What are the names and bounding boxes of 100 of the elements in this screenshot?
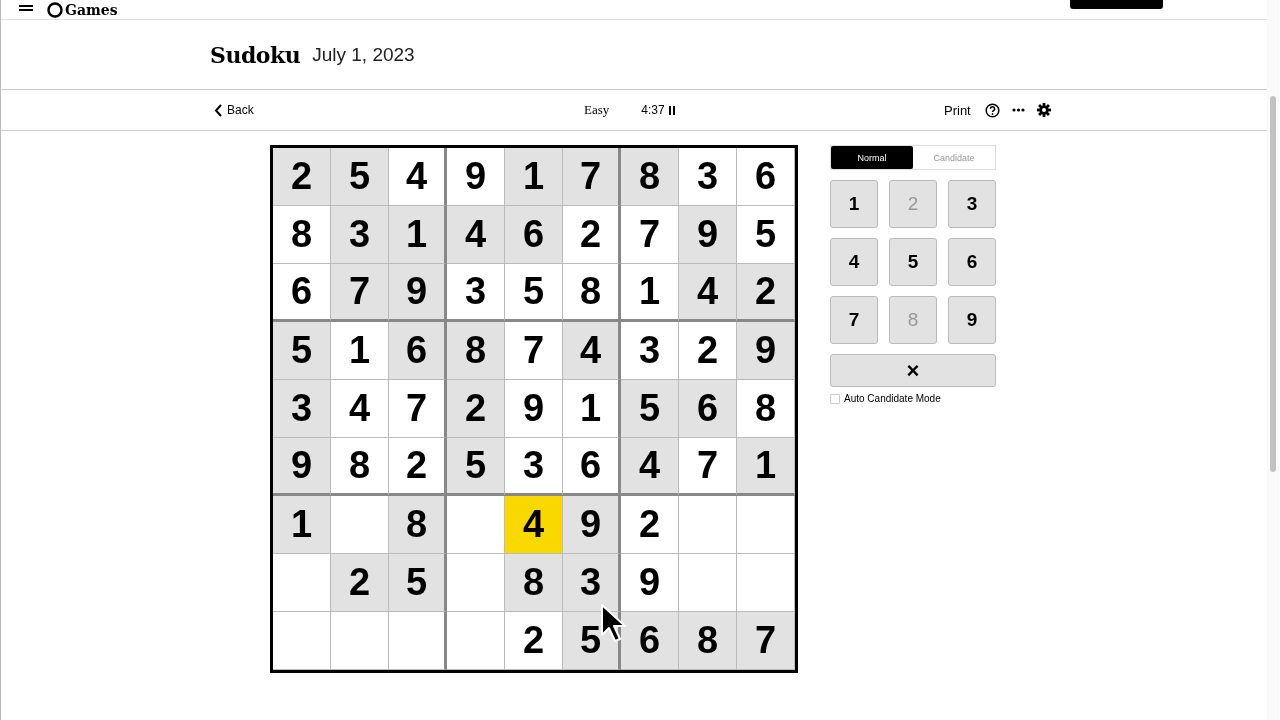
sudoku-cell[interactable]: 5: [447, 438, 505, 496]
sudoku-cell[interactable]: 7: [505, 322, 563, 380]
auto-candidate-checkbox[interactable]: [830, 393, 840, 404]
mode-tab[interactable]: Normal: [831, 146, 913, 169]
auto-candidate-label: Auto Candidate Mode: [844, 393, 941, 404]
number-key[interactable]: 9: [948, 296, 996, 344]
sudoku-cell[interactable]: 9: [621, 554, 679, 612]
sudoku-cell[interactable]: 7: [737, 612, 795, 670]
sudoku-cell[interactable]: 9: [737, 322, 795, 380]
sudoku-cell[interactable]: 1: [505, 148, 563, 206]
sudoku-cell[interactable]: 1: [737, 438, 795, 496]
sudoku-cell[interactable]: 7: [389, 380, 447, 438]
sudoku-cell[interactable]: 2: [331, 554, 389, 612]
sudoku-cell[interactable]: 9: [679, 206, 737, 264]
sudoku-cell[interactable]: 8: [679, 612, 737, 670]
sudoku-cell[interactable]: 6: [505, 206, 563, 264]
sudoku-cell[interactable]: [389, 612, 447, 670]
sudoku-cell[interactable]: [273, 612, 331, 670]
sudoku-cell[interactable]: 7: [679, 438, 737, 496]
number-key[interactable]: 6: [948, 238, 996, 286]
sudoku-cell[interactable]: 6: [679, 380, 737, 438]
sudoku-cell[interactable]: 3: [679, 148, 737, 206]
sudoku-cell[interactable]: [679, 554, 737, 612]
sudoku-cell[interactable]: 8: [389, 496, 447, 554]
sudoku-cell[interactable]: 6: [737, 148, 795, 206]
sudoku-cell[interactable]: 3: [447, 264, 505, 322]
sudoku-cell[interactable]: 1: [331, 322, 389, 380]
pause-icon[interactable]: [668, 105, 675, 115]
sudoku-cell[interactable]: 2: [737, 264, 795, 322]
sudoku-cell[interactable]: 1: [621, 264, 679, 322]
sudoku-cell[interactable]: [447, 554, 505, 612]
sudoku-cell[interactable]: 5: [331, 148, 389, 206]
sudoku-cell[interactable]: 1: [273, 496, 331, 554]
sudoku-cell[interactable]: 9: [563, 496, 621, 554]
sudoku-cell[interactable]: 9: [447, 148, 505, 206]
difficulty-label: Easy: [584, 102, 610, 118]
sudoku-cell[interactable]: 3: [331, 206, 389, 264]
account-button[interactable]: [1070, 0, 1163, 9]
sudoku-cell[interactable]: 7: [563, 148, 621, 206]
sudoku-cell[interactable]: 3: [273, 380, 331, 438]
sudoku-cell[interactable]: 4: [447, 206, 505, 264]
sudoku-cell[interactable]: 5: [505, 264, 563, 322]
sudoku-cell[interactable]: 2: [447, 380, 505, 438]
sudoku-cell[interactable]: [679, 496, 737, 554]
sudoku-cell[interactable]: 8: [737, 380, 795, 438]
sudoku-cell[interactable]: 5: [273, 322, 331, 380]
sudoku-cell[interactable]: 8: [505, 554, 563, 612]
number-key[interactable]: 4: [830, 238, 878, 286]
sudoku-cell[interactable]: 1: [389, 206, 447, 264]
sudoku-cell[interactable]: [737, 554, 795, 612]
more-icon[interactable]: [1011, 108, 1025, 112]
sudoku-cell[interactable]: 9: [505, 380, 563, 438]
number-key[interactable]: 3: [948, 180, 996, 228]
print-button[interactable]: Print: [944, 102, 971, 118]
sudoku-cell[interactable]: 4: [331, 380, 389, 438]
sudoku-cell[interactable]: 4: [505, 496, 563, 554]
sudoku-cell[interactable]: 2: [273, 148, 331, 206]
sudoku-cell[interactable]: 4: [563, 322, 621, 380]
sudoku-cell[interactable]: 2: [563, 206, 621, 264]
sudoku-cell[interactable]: 5: [389, 554, 447, 612]
sudoku-cell[interactable]: 2: [389, 438, 447, 496]
sudoku-cell[interactable]: 4: [621, 438, 679, 496]
sudoku-cell[interactable]: 4: [389, 148, 447, 206]
sudoku-cell[interactable]: 8: [621, 148, 679, 206]
sudoku-cell[interactable]: 1: [563, 380, 621, 438]
sudoku-cell[interactable]: 6: [563, 438, 621, 496]
sudoku-cell[interactable]: 2: [679, 322, 737, 380]
sudoku-cell[interactable]: 8: [447, 322, 505, 380]
sudoku-cell[interactable]: 7: [621, 206, 679, 264]
sudoku-cell[interactable]: 8: [563, 264, 621, 322]
sudoku-cell[interactable]: [331, 496, 389, 554]
number-key[interactable]: 7: [830, 296, 878, 344]
number-key[interactable]: 1: [830, 180, 878, 228]
sudoku-cell[interactable]: [447, 496, 505, 554]
sudoku-cell[interactable]: 2: [621, 496, 679, 554]
sudoku-cell[interactable]: [447, 612, 505, 670]
sudoku-cell[interactable]: 4: [679, 264, 737, 322]
sudoku-cell[interactable]: 5: [621, 380, 679, 438]
erase-button[interactable]: ×: [830, 354, 996, 387]
help-icon[interactable]: [984, 102, 1000, 118]
sudoku-cell[interactable]: [331, 612, 389, 670]
number-key[interactable]: 5: [889, 238, 937, 286]
sudoku-cell[interactable]: 5: [737, 206, 795, 264]
sudoku-cell[interactable]: 3: [563, 554, 621, 612]
sudoku-cell[interactable]: 9: [273, 438, 331, 496]
sudoku-cell[interactable]: 6: [621, 612, 679, 670]
sudoku-cell[interactable]: 6: [273, 264, 331, 322]
back-button[interactable]: Back: [214, 103, 254, 117]
sudoku-cell[interactable]: 3: [621, 322, 679, 380]
scrollbar-thumb[interactable]: [1270, 96, 1276, 472]
sudoku-cell[interactable]: 8: [331, 438, 389, 496]
settings-icon[interactable]: [1036, 103, 1051, 117]
sudoku-cell[interactable]: 8: [273, 206, 331, 264]
sudoku-cell[interactable]: [737, 496, 795, 554]
sudoku-cell[interactable]: 6: [389, 322, 447, 380]
sudoku-cell[interactable]: 2: [505, 612, 563, 670]
sudoku-cell[interactable]: 7: [331, 264, 389, 322]
sudoku-cell[interactable]: 3: [505, 438, 563, 496]
sudoku-cell[interactable]: 9: [389, 264, 447, 322]
sudoku-cell[interactable]: [273, 554, 331, 612]
